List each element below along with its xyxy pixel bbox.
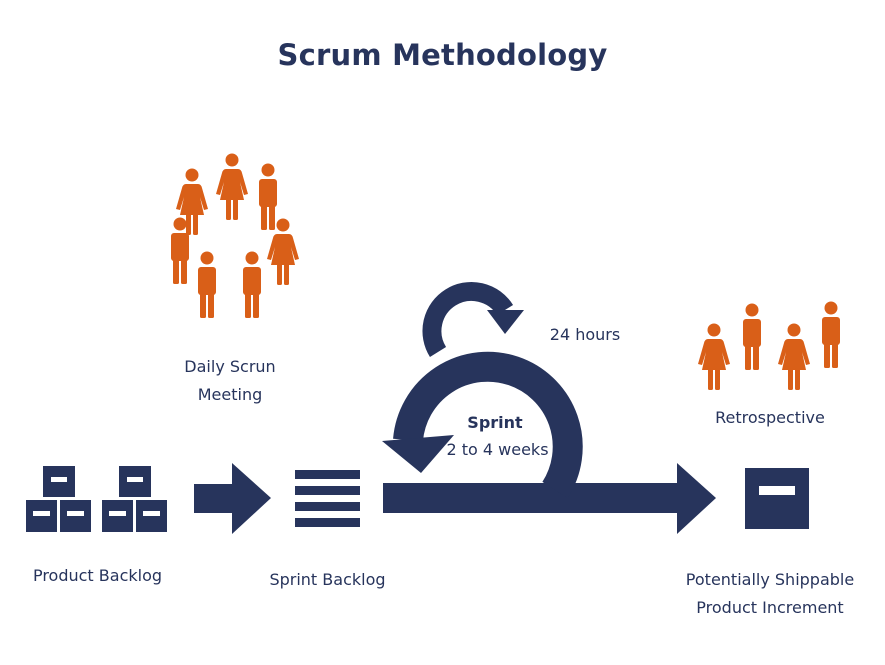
daily-scrum-label: Daily Scrun Meeting	[150, 353, 310, 409]
person-icon	[198, 251, 216, 318]
person-icon	[243, 251, 261, 318]
box-icon	[119, 466, 151, 497]
increment-label-line1: Potentially Shippable	[685, 570, 855, 589]
daily-scrum-label-line1: Daily Scrun	[184, 357, 276, 376]
box-icon	[26, 500, 57, 532]
daily-scrum-people-icon	[171, 153, 299, 318]
list-line	[295, 518, 360, 527]
sprint-backlog-label: Sprint Backlog	[269, 570, 386, 589]
box-icon	[60, 500, 91, 532]
box-icon	[102, 500, 133, 532]
retrospective-label: Retrospective	[715, 408, 825, 427]
right-arrow-icon	[194, 463, 271, 534]
box-icon	[136, 500, 167, 532]
product-backlog-icon	[26, 466, 167, 532]
increment-label-line2: Product Increment	[696, 598, 844, 617]
increment-label: Potentially Shippable Product Increment	[665, 566, 875, 622]
sprint-backlog-icon	[295, 470, 360, 527]
person-icon	[778, 323, 810, 390]
product-backlog-label: Product Backlog	[32, 566, 163, 585]
person-icon	[822, 301, 840, 368]
sprint-label: Sprint	[467, 413, 523, 432]
person-icon	[698, 323, 730, 390]
retrospective-people-icon	[698, 301, 840, 390]
increment-box-icon	[745, 468, 809, 529]
box-icon	[43, 466, 75, 497]
person-icon	[216, 153, 248, 220]
sprint-duration-label: 2 to 4 weeks	[446, 440, 549, 459]
person-icon	[259, 163, 277, 230]
person-icon	[743, 303, 761, 370]
daily-cycle-label: 24 hours	[549, 325, 621, 344]
list-line	[295, 470, 360, 479]
list-line	[295, 502, 360, 511]
list-line	[295, 486, 360, 495]
daily-scrum-label-line2: Meeting	[197, 385, 263, 404]
daily-loop-arrow-icon	[422, 281, 524, 358]
